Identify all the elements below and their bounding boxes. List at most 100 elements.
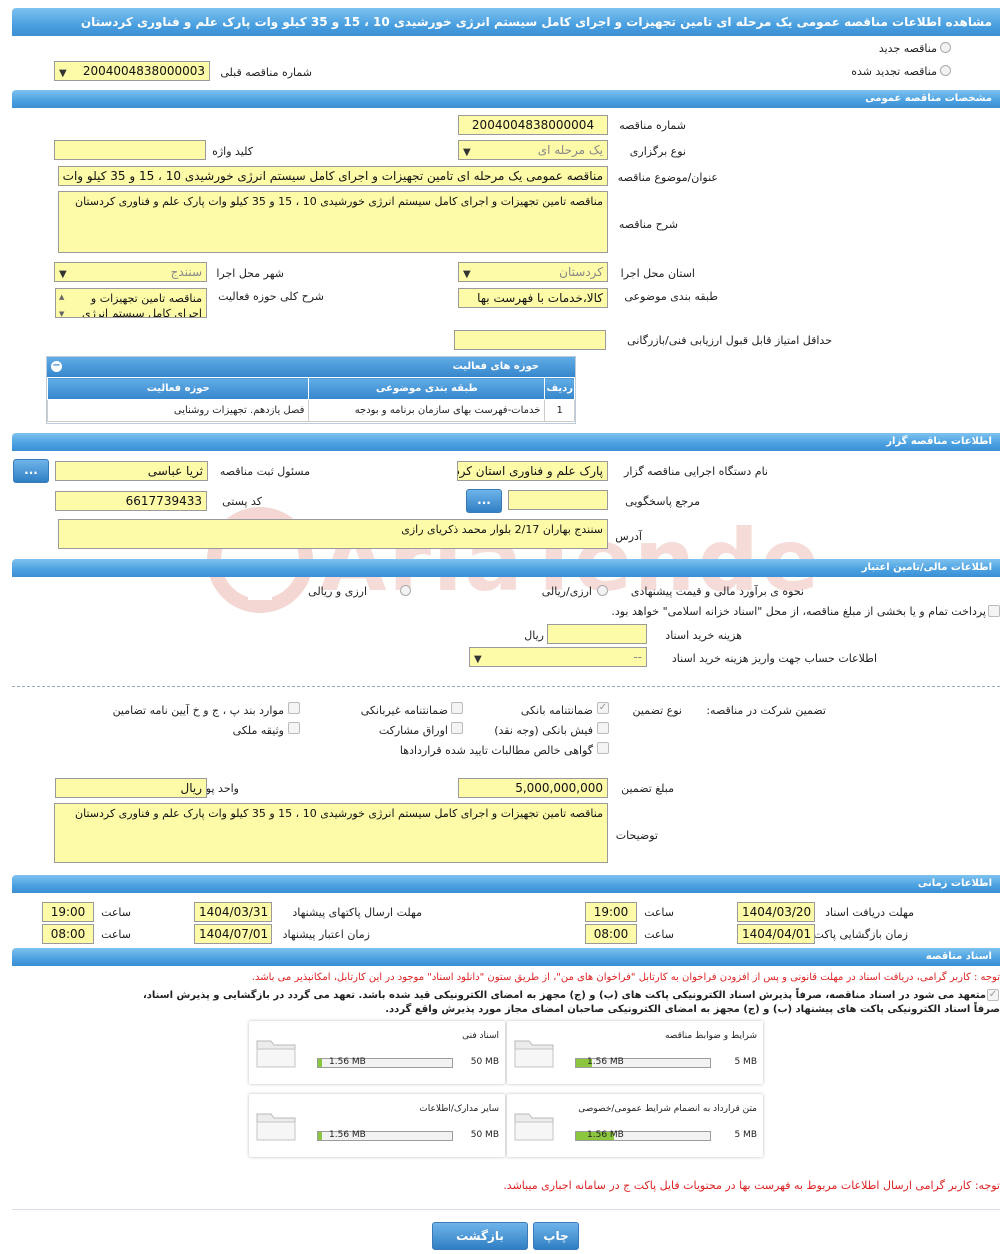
org-name-label: نام دستگاه اجرایی مناقصه گزار [624, 465, 768, 478]
time-label: ساعت [644, 906, 674, 919]
doc-cost-label: هزینه خرید اسناد [665, 629, 742, 642]
guarantee-cash-checkbox[interactable] [597, 722, 609, 734]
scroll-down-icon[interactable]: ▼ [59, 307, 64, 317]
file-title: متن قرارداد به انضمام شرایط عمومی/خصوصی [578, 1104, 757, 1114]
tender-number-field: 2004004838000004 [458, 115, 608, 135]
progress-fill [318, 1132, 323, 1140]
folder-icon [256, 1113, 296, 1141]
guarantee-property-checkbox[interactable] [288, 722, 300, 734]
province-label: استان محل اجرا [620, 267, 695, 280]
divider [12, 686, 1000, 687]
receive-deadline-label: مهلت دریافت اسناد [825, 906, 914, 919]
subject-label: عنوان/موضوع مناقصه [617, 171, 718, 184]
file-card[interactable]: شرایط و ضوابط مناقصه 5 MB 1.56 MB [507, 1021, 763, 1084]
keyword-label: کلید واژه [212, 145, 253, 158]
chevron-down-icon: ▼ [463, 269, 471, 280]
estimate-opt2-label: ارزی و ریالی [308, 585, 367, 598]
guarantee-nonbank-checkbox[interactable] [451, 702, 463, 714]
guarantee-bank-checkbox[interactable]: ✓ [597, 702, 609, 714]
file-max-size: 50 MB [470, 1057, 499, 1067]
file-card[interactable]: سایر مدارک/اطلاعات 50 MB 1.56 MB [249, 1094, 505, 1157]
currency-field: ریال [55, 778, 207, 798]
holding-type-label: نوع برگزاری [629, 145, 686, 158]
guarantee-option: موارد بند پ ، ج و خ آیین نامه تضامین [112, 704, 284, 717]
opening-date: 1404/04/01 [737, 924, 815, 944]
estimate-opt1-radio[interactable] [597, 585, 608, 596]
guarantee-option: ضمانتنامه غیربانکی [360, 704, 448, 717]
file-max-size: 5 MB [734, 1057, 757, 1067]
city-select[interactable]: ▼ سنندج [54, 262, 207, 282]
file-used-size: 1.56 MB [329, 1057, 366, 1067]
guarantee-claims-checkbox[interactable] [597, 742, 609, 754]
file-card[interactable]: اسناد فنی 50 MB 1.56 MB [249, 1021, 505, 1084]
file-card[interactable]: متن قرارداد به انضمام شرایط عمومی/خصوصی … [507, 1094, 763, 1157]
activity-table: ردیف طبقه بندی موضوعی حوزه فعالیت 1 خدما… [46, 377, 575, 422]
commit-checkbox[interactable]: ✓ [987, 989, 999, 1001]
organizer-section-header: اطلاعات مناقصه گزار [12, 433, 1000, 451]
validity-date: 1404/07/01 [194, 924, 272, 944]
general-section-header: مشخصات مناقصه عمومی [12, 90, 1000, 108]
category-label: طبقه بندی موضوعی [624, 290, 718, 303]
time-label: ساعت [101, 906, 131, 919]
category-field: کالا،خدمات با فهرست بها [458, 288, 608, 308]
back-button[interactable]: بازگشت [432, 1222, 528, 1250]
registrar-browse-button[interactable]: ... [13, 459, 49, 483]
receive-time: 19:00 [585, 902, 637, 922]
new-tender-radio[interactable] [940, 42, 951, 53]
guarantee-bonds-checkbox[interactable] [451, 722, 463, 734]
guarantee-clauses-checkbox[interactable] [288, 702, 300, 714]
activity-panel: حوزه های فعالیت − ردیف طبقه بندی موضوعی … [46, 356, 576, 424]
guarantee-option: گواهی خالص مطالبات تایید شده قراردادها [399, 744, 593, 757]
table-row: 1 خدمات-فهرست بهای سازمان برنامه و بودجه… [46, 399, 575, 422]
address-textarea[interactable]: سنندج بهاران 2/17 بلوار محمد ذکریای رازی [58, 519, 608, 549]
guarantee-option: ضمانتنامه بانکی [520, 704, 593, 717]
file-max-size: 5 MB [734, 1130, 757, 1140]
renewed-tender-radio[interactable] [940, 65, 951, 76]
province-select[interactable]: ▼ کردستان [458, 262, 608, 282]
keyword-field[interactable] [54, 140, 206, 160]
send-deadline-date: 1404/03/31 [194, 902, 272, 922]
guarantee-notes-textarea[interactable]: مناقصه تامین تجهیزات و اجرای کامل سیستم … [54, 803, 608, 863]
table-cell: 1 [544, 399, 575, 422]
collapse-icon[interactable]: − [51, 361, 62, 372]
page-title: مشاهده اطلاعات مناقصه عمومی یک مرحله ای … [12, 8, 1000, 36]
prev-number-label: شماره مناقصه قبلی [220, 66, 312, 79]
receive-deadline-date: 1404/03/20 [737, 902, 815, 922]
folder-icon [256, 1040, 296, 1068]
guarantee-type-label: نوع تضمین [632, 704, 682, 717]
bottom-notice: توجه: کاربر گرامی ارسال اطلاعات مربوط به… [503, 1179, 1000, 1192]
guarantee-notes-label: توضیحات [615, 829, 658, 842]
time-label: ساعت [101, 928, 131, 941]
divider [12, 1209, 1000, 1210]
chevron-down-icon: ▼ [474, 654, 482, 665]
estimate-label: نحوه ی برآورد مالی و قیمت پیشنهادی [630, 585, 804, 598]
description-label: شرح مناقصه [618, 218, 678, 231]
validity-label: زمان اعتبار پیشنهاد [282, 928, 370, 941]
estimate-opt2-radio[interactable] [400, 585, 411, 596]
commit-text-line1: متعهد می شود در اسناد مناقصه، صرفاً پذیر… [142, 990, 986, 1001]
chevron-down-icon: ▼ [463, 147, 471, 158]
chevron-down-icon: ▼ [59, 68, 67, 79]
holding-type-select[interactable]: ▼ یک مرحله ای [458, 140, 608, 160]
guarantee-amount-field: 5,000,000,000 [458, 778, 608, 798]
prev-number-select[interactable]: ▼ 2004004838000003 [54, 61, 210, 81]
treasury-text: پرداخت تمام و یا بخشی از مبلغ مناقصه، از… [611, 605, 986, 618]
column-header: طبقه بندی موضوعی [308, 377, 546, 400]
postal-code-label: کد پستی [222, 495, 262, 508]
reference-label: مرجع پاسخگویی [625, 495, 700, 508]
treasury-checkbox[interactable] [988, 605, 1000, 617]
account-select[interactable]: ▼ -- [469, 647, 647, 667]
scroll-up-icon[interactable]: ▲ [59, 290, 64, 305]
send-time: 19:00 [42, 902, 94, 922]
commit-text-line2: صرفاً اسناد الکترونیکی پاکت های پیشنهاد … [385, 1004, 1000, 1015]
table-cell: فصل یازدهم. تجهیزات روشنایی [46, 399, 310, 422]
reference-field[interactable] [508, 490, 608, 510]
activity-desc-textarea[interactable]: مناقصه تامین تجهیزات و اجرای کامل سیستم … [55, 288, 207, 318]
print-button[interactable]: چاپ [533, 1222, 579, 1250]
min-score-label: حداقل امتیاز قابل قبول ارزیابی فنی/بازرگ… [627, 334, 832, 347]
subject-field[interactable]: مناقصه عمومی یک مرحله ای تامین تجهیزات و… [58, 166, 608, 186]
doc-cost-field[interactable] [547, 624, 647, 644]
validity-time: 08:00 [42, 924, 94, 944]
description-textarea[interactable]: مناقصه تامین تجهیزات و اجرای کامل سیستم … [58, 191, 608, 253]
reference-browse-button[interactable]: ... [466, 489, 502, 513]
